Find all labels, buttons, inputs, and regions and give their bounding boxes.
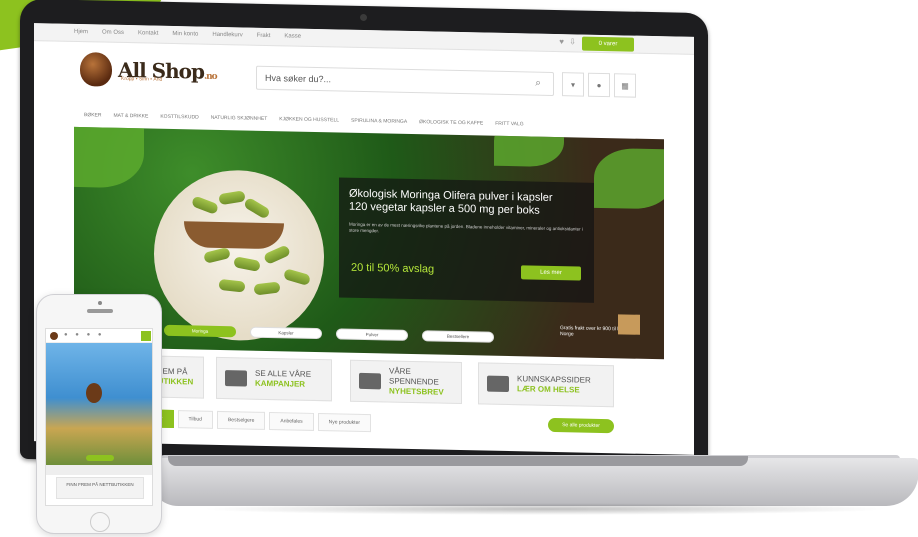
feature-line-1: VÅRE SPENNENDE xyxy=(389,366,439,387)
leaf-decoration xyxy=(494,126,564,168)
phone: ● ● ● ● FINN FREM PÅ NETTBUTIKKEN xyxy=(36,294,162,534)
nav-item[interactable]: Kjøkken og husstell xyxy=(279,116,339,123)
utility-link[interactable]: Handlekurv xyxy=(212,32,242,39)
box-icon xyxy=(618,314,640,335)
product-tab[interactable]: Nye produkter xyxy=(317,413,372,433)
feature-icon xyxy=(487,375,509,393)
device-mockup: Hjem Om Oss Kontakt Min konto Handlekurv Frak… xyxy=(0,0,918,537)
logo-icon xyxy=(80,52,112,87)
feature-text: VÅRE SPENNENDE NYHETSBREV xyxy=(389,367,453,398)
download-icon[interactable]: ⇩ xyxy=(569,37,576,46)
main-nav: Bøker Mat & drikke Kosttilskudd Naturlig sk… xyxy=(84,112,524,127)
hero-pills: Moringa Kapsler Pulver Bestsellere xyxy=(164,324,494,343)
nav-item[interactable]: Spirulina & Moringa xyxy=(351,118,407,125)
utility-link[interactable]: Hjem xyxy=(74,29,88,35)
utility-link[interactable]: Min konto xyxy=(172,31,198,38)
utility-link[interactable]: Frakt xyxy=(257,33,271,39)
nav-item[interactable]: Naturlig skjønnhet xyxy=(211,115,268,122)
promo-box: Økologisk Moringa Olifera pulver i kapsl… xyxy=(339,177,594,303)
utility-link[interactable]: Kontakt xyxy=(138,30,158,36)
feature-line-1: KUNNSKAPSSIDER xyxy=(517,374,591,385)
feature-box[interactable]: VÅRE SPENNENDE NYHETSBREV xyxy=(350,359,462,405)
home-button[interactable] xyxy=(90,512,110,532)
phone-divider xyxy=(46,465,152,475)
feature-line-2: LÆR OM HELSE xyxy=(517,384,580,395)
utility-links: Hjem Om Oss Kontakt Min konto Handlekurv Frak… xyxy=(74,29,301,40)
heart-icon[interactable]: ♥ xyxy=(559,37,564,46)
promo-body: Moringa er en av de mest næringsrike pla… xyxy=(349,221,583,234)
feature-icon xyxy=(359,372,381,390)
nav-item[interactable]: Kosttilskudd xyxy=(160,114,198,121)
utility-link[interactable]: Kasse xyxy=(284,33,301,39)
read-more-button[interactable]: Les mer xyxy=(521,265,581,281)
phone-speaker xyxy=(87,309,113,313)
search-input[interactable]: Hva søker du?... ⌕ xyxy=(256,65,554,96)
site-logo[interactable]: All Shop.no Kropp • Sinn • Ånd xyxy=(80,52,217,89)
feature-line-2: KAMPANJER xyxy=(255,378,306,389)
product-tab[interactable]: Anbefales xyxy=(269,412,314,431)
laptop-shadow xyxy=(200,503,890,515)
phone-hero[interactable] xyxy=(46,343,152,465)
product-tabs: NyheterTilbudBestselgereAnbefalesNye pro… xyxy=(134,409,372,433)
feature-text: KUNNSKAPSSIDER LÆR OM HELSE xyxy=(517,374,591,396)
feature-line-1: SE ALLE VÅRE xyxy=(255,368,312,379)
bowl-image xyxy=(184,221,284,250)
search-placeholder: Hva søker du?... xyxy=(265,72,332,85)
filter-icon[interactable]: ▾ xyxy=(562,72,584,97)
leaf-decoration xyxy=(74,126,144,189)
phone-logo-mark xyxy=(86,383,102,403)
phone-cart-icon[interactable] xyxy=(141,331,151,341)
feature-icon xyxy=(225,370,247,387)
phone-camera xyxy=(98,301,102,305)
nav-item[interactable]: Fritt valg xyxy=(495,121,523,128)
logo-tagline: Kropp • Sinn • Ånd xyxy=(121,75,163,83)
feature-line-2: NYHETSBREV xyxy=(389,386,444,397)
nav-item[interactable]: Økologisk te og kaffe xyxy=(419,119,483,126)
feature-box[interactable]: KUNNSKAPSSIDER LÆR OM HELSE xyxy=(478,362,614,408)
header-icons: ▾ ● ▦ xyxy=(562,72,636,98)
phone-header: ● ● ● ● xyxy=(46,329,152,343)
nav-item[interactable]: Mat & drikke xyxy=(114,113,149,120)
hero-pill[interactable]: Kapsler xyxy=(250,326,322,340)
phone-screen: ● ● ● ● FINN FREM PÅ NETTBUTIKKEN xyxy=(45,328,153,506)
grid-icon[interactable]: ▦ xyxy=(614,73,636,98)
utility-bar: Hjem Om Oss Kontakt Min konto Handlekurv Frak… xyxy=(34,23,694,55)
phone-logo-icon[interactable] xyxy=(50,332,58,340)
nav-item[interactable]: Bøker xyxy=(84,112,102,118)
promo-discount: 20 til 50% avslag xyxy=(351,261,435,276)
phone-feature-box[interactable]: FINN FREM PÅ NETTBUTIKKEN xyxy=(56,477,144,499)
hero-banner[interactable]: Økologisk Moringa Olifera pulver i kapsl… xyxy=(74,126,664,360)
product-tab[interactable]: Tilbud xyxy=(177,410,213,429)
hero-pill[interactable]: Moringa xyxy=(164,324,236,338)
hero-pill[interactable]: Bestsellere xyxy=(422,330,494,343)
camera-dot xyxy=(360,13,367,22)
laptop-hinge xyxy=(168,456,748,466)
feature-box[interactable]: SE ALLE VÅRE KAMPANJER xyxy=(216,356,332,402)
search-icon[interactable]: ⌕ xyxy=(535,78,541,89)
phone-cta-button[interactable] xyxy=(86,455,114,461)
product-tab[interactable]: Bestselgere xyxy=(216,410,266,430)
cart-button[interactable]: 0 varer xyxy=(582,36,634,52)
hero-pill[interactable]: Pulver xyxy=(336,328,408,341)
phone-menu-icons[interactable]: ● ● ● ● xyxy=(64,332,105,338)
user-icon[interactable]: ● xyxy=(588,72,610,98)
feature-text: SE ALLE VÅRE KAMPANJER xyxy=(255,369,311,390)
see-all-button[interactable]: Se alle produkter xyxy=(548,417,614,434)
promo-headline: Økologisk Moringa Olifera pulver i kapsl… xyxy=(349,187,553,217)
utility-link[interactable]: Om Oss xyxy=(102,30,124,36)
leaf-decoration xyxy=(594,147,664,210)
